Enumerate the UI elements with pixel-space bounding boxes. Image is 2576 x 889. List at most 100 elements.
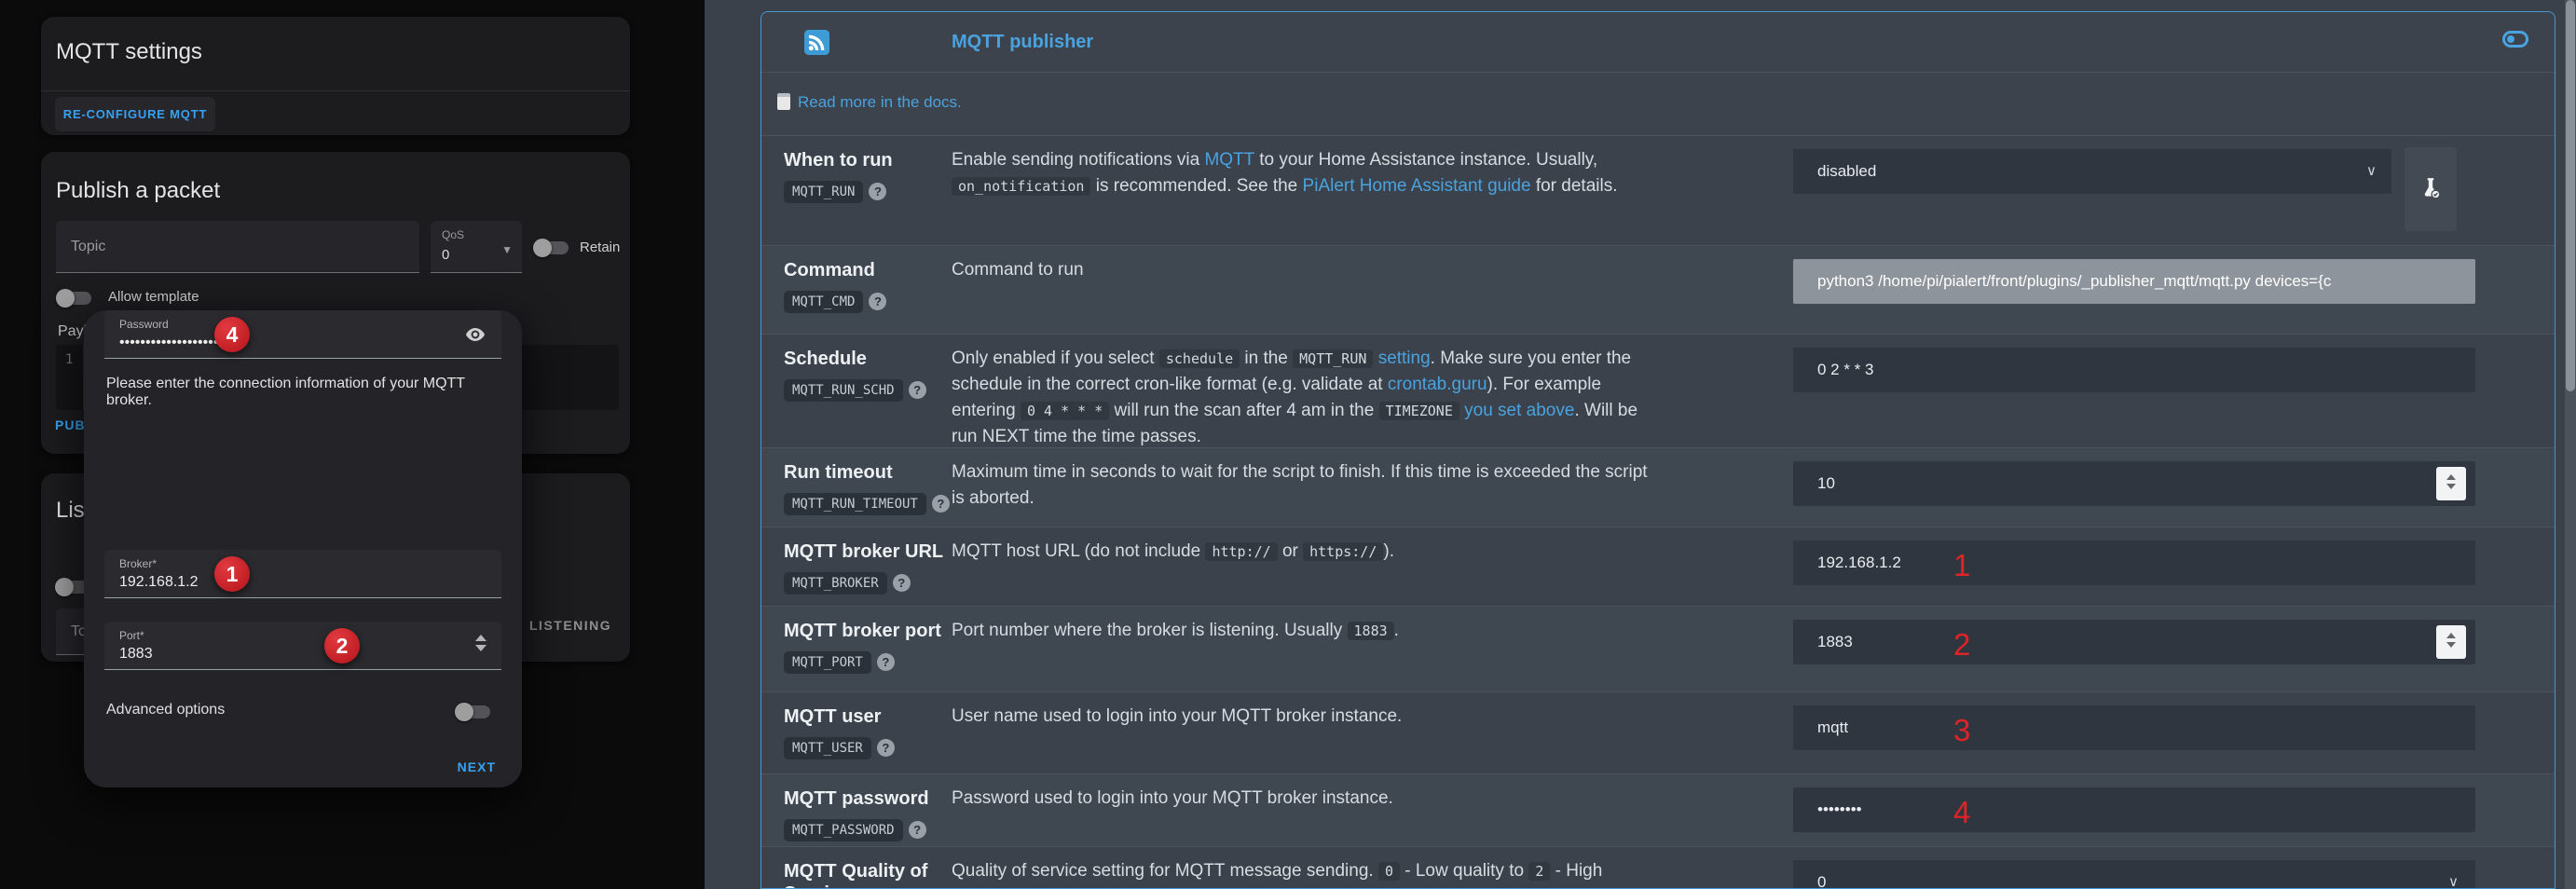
broker-field[interactable]: Broker* 192.168.1.2 1 bbox=[104, 550, 501, 598]
env-var-chip: MQTT_PASSWORD bbox=[784, 819, 903, 841]
inline-code: MQTT_RUN bbox=[1293, 349, 1373, 368]
setting-label: Command bbox=[784, 259, 944, 281]
settings-row: Command MQTT_CMD? Command to run python3… bbox=[761, 245, 2555, 334]
setting-input[interactable]: 10 bbox=[1793, 461, 2475, 506]
setting-input[interactable]: 1883 bbox=[1793, 620, 2475, 664]
settings-row: Run timeout MQTT_RUN_TIMEOUT? Maximum ti… bbox=[761, 447, 2555, 527]
setting-label: When to run bbox=[784, 149, 944, 171]
scrollbar bbox=[2565, 0, 2576, 889]
help-icon[interactable]: ? bbox=[869, 293, 886, 310]
docs-link-text: Read more in the docs. bbox=[798, 93, 962, 111]
qos-select[interactable]: QoS 0 ▼ bbox=[431, 221, 522, 273]
dialog-subtitle: Please enter the connection information … bbox=[106, 376, 498, 409]
inline-link[interactable]: crontab.guru bbox=[1388, 375, 1487, 394]
desc-text: . bbox=[1394, 621, 1399, 640]
inline-code: 0 4 * * * bbox=[1021, 402, 1109, 420]
docs-link[interactable]: Read more in the docs. bbox=[777, 93, 962, 112]
topic-input-label: Topic bbox=[71, 239, 105, 255]
setting-control: 0∨ bbox=[1793, 847, 2475, 889]
allow-template-toggle[interactable] bbox=[58, 292, 91, 305]
setting-description: User name used to login into your MQTT b… bbox=[952, 704, 1652, 730]
annotation-number: 2 bbox=[1953, 627, 1970, 663]
setting-input[interactable]: 0 2 * * 3 bbox=[1793, 348, 2475, 392]
env-var-chip: MQTT_BROKER bbox=[784, 572, 887, 595]
setting-select[interactable]: 0 bbox=[1793, 860, 2475, 889]
advanced-options-toggle[interactable] bbox=[457, 705, 490, 718]
password-field[interactable]: Password •••••••••••••••••••••• 4 bbox=[104, 310, 501, 359]
env-var-chip: MQTT_CMD bbox=[784, 291, 863, 313]
desc-text: Password used to login into your MQTT br… bbox=[952, 788, 1393, 808]
help-icon[interactable]: ? bbox=[877, 739, 895, 757]
setting-description: Maximum time in seconds to wait for the … bbox=[952, 459, 1652, 512]
setting-select[interactable]: disabled bbox=[1793, 149, 2391, 194]
inline-link[interactable]: you set above bbox=[1464, 401, 1574, 420]
annotation-badge: 4 bbox=[214, 317, 250, 352]
setting-label: MQTT broker port bbox=[784, 620, 944, 642]
settings-row: When to run MQTT_RUN? Enable sending not… bbox=[761, 136, 2555, 245]
inline-code: on_notification bbox=[952, 177, 1090, 196]
port-stepper[interactable] bbox=[473, 635, 488, 657]
number-stepper[interactable] bbox=[2436, 625, 2466, 659]
inline-code: http:// bbox=[1205, 542, 1277, 561]
help-icon[interactable]: ? bbox=[909, 381, 926, 399]
desc-text: Only enabled if you select bbox=[952, 349, 1159, 368]
inline-code: schedule bbox=[1159, 349, 1240, 368]
setting-input[interactable]: mqtt bbox=[1793, 705, 2475, 750]
annotation-badge: 1 bbox=[214, 556, 250, 592]
setting-control: ••••••••4 bbox=[1793, 774, 2475, 846]
inline-link[interactable]: PiAlert Home Assistant guide bbox=[1303, 176, 1531, 196]
help-icon[interactable]: ? bbox=[909, 821, 926, 839]
desc-text: - Low quality to bbox=[1400, 861, 1528, 881]
panel-title: MQTT publisher bbox=[952, 32, 1093, 53]
env-var-chip: MQTT_USER bbox=[784, 737, 871, 759]
mqtt-settings-card: MQTT settings RE-CONFIGURE MQTT bbox=[41, 17, 630, 135]
scrollbar-thumb[interactable] bbox=[2566, 0, 2575, 391]
field-value: 1883 bbox=[119, 646, 153, 663]
inline-code: https:// bbox=[1303, 542, 1383, 561]
setting-description: Enable sending notifications via MQTT to… bbox=[952, 147, 1652, 199]
inline-code: 2 bbox=[1528, 862, 1550, 881]
env-var-chip: MQTT_RUN_TIMEOUT bbox=[784, 493, 926, 515]
inline-code: TIMEZONE bbox=[1379, 402, 1459, 420]
show-password-icon[interactable] bbox=[464, 323, 486, 346]
setting-control: 10 bbox=[1793, 448, 2475, 527]
field-label: Broker* bbox=[119, 557, 157, 570]
run-test-button[interactable] bbox=[2405, 147, 2457, 231]
setting-control: 192.168.1.21 bbox=[1793, 527, 2475, 606]
setting-control: 0 2 * * 3 bbox=[1793, 335, 2475, 447]
pialert-settings-page: MQTT publisher Read more in the docs. Wh… bbox=[705, 0, 2576, 889]
docs-icon bbox=[777, 93, 790, 110]
collapse-toggle-icon[interactable] bbox=[2502, 31, 2528, 48]
settings-row: MQTT user MQTT_USER? User name used to l… bbox=[761, 691, 2555, 773]
setting-label: MQTT Quality of Service bbox=[784, 860, 944, 889]
help-icon[interactable]: ? bbox=[932, 495, 950, 513]
help-icon[interactable]: ? bbox=[893, 574, 911, 592]
reconfigure-mqtt-button[interactable]: RE-CONFIGURE MQTT bbox=[55, 97, 215, 131]
desc-text: Maximum time in seconds to wait for the … bbox=[952, 462, 1648, 508]
help-icon[interactable]: ? bbox=[869, 183, 886, 200]
panel-header: MQTT publisher bbox=[761, 12, 2555, 73]
topic-input[interactable]: Topic bbox=[56, 221, 419, 273]
setting-description: Password used to login into your MQTT br… bbox=[952, 786, 1652, 812]
annotation-number: 3 bbox=[1953, 713, 1970, 748]
setting-input[interactable]: 192.168.1.2 bbox=[1793, 540, 2475, 585]
inline-link[interactable]: MQTT bbox=[1204, 150, 1254, 170]
port-field[interactable]: Port* 1883 2 bbox=[104, 622, 501, 670]
desc-text: User name used to login into your MQTT b… bbox=[952, 706, 1402, 726]
help-icon[interactable]: ? bbox=[877, 653, 895, 671]
setting-label: Schedule bbox=[784, 348, 944, 370]
inline-link[interactable]: setting bbox=[1378, 349, 1431, 368]
next-button[interactable]: NEXT bbox=[458, 759, 496, 774]
desc-text: Enable sending notifications via bbox=[952, 150, 1204, 170]
setting-input[interactable]: •••••••• bbox=[1793, 787, 2475, 832]
number-stepper[interactable] bbox=[2436, 467, 2466, 500]
desc-text: Quality of service setting for MQTT mess… bbox=[952, 861, 1378, 881]
settings-rows: When to run MQTT_RUN? Enable sending not… bbox=[761, 136, 2555, 889]
listening-button[interactable]: LISTENING bbox=[529, 618, 611, 633]
card-title: Publish a packet bbox=[56, 178, 220, 204]
chevron-down-icon: ▼ bbox=[501, 243, 513, 256]
setting-description: Command to run bbox=[952, 257, 1652, 283]
setting-control: python3 /home/pi/pialert/front/plugins/_… bbox=[1793, 246, 2475, 334]
retain-toggle[interactable] bbox=[535, 241, 569, 254]
desc-text: is recommended. See the bbox=[1090, 176, 1302, 196]
